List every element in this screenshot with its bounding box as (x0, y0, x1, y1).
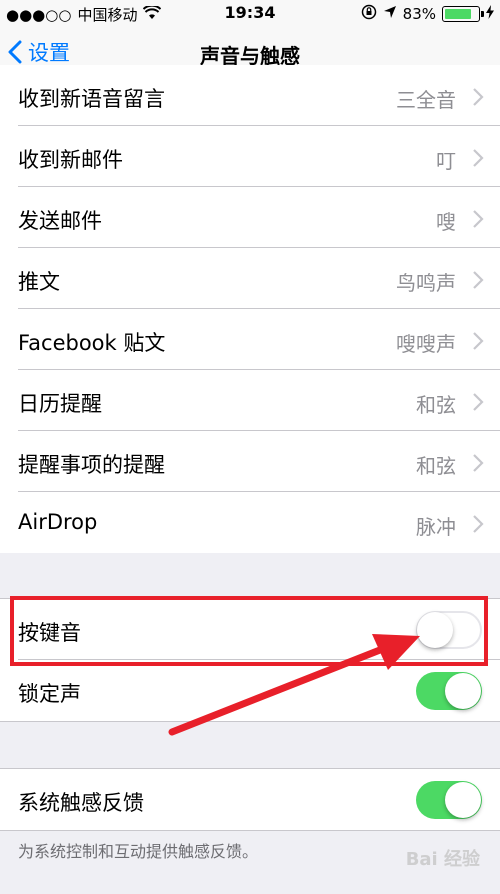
annotation-arrow-icon (168, 634, 420, 736)
watermark-logo: Bai 经验 (405, 849, 480, 870)
